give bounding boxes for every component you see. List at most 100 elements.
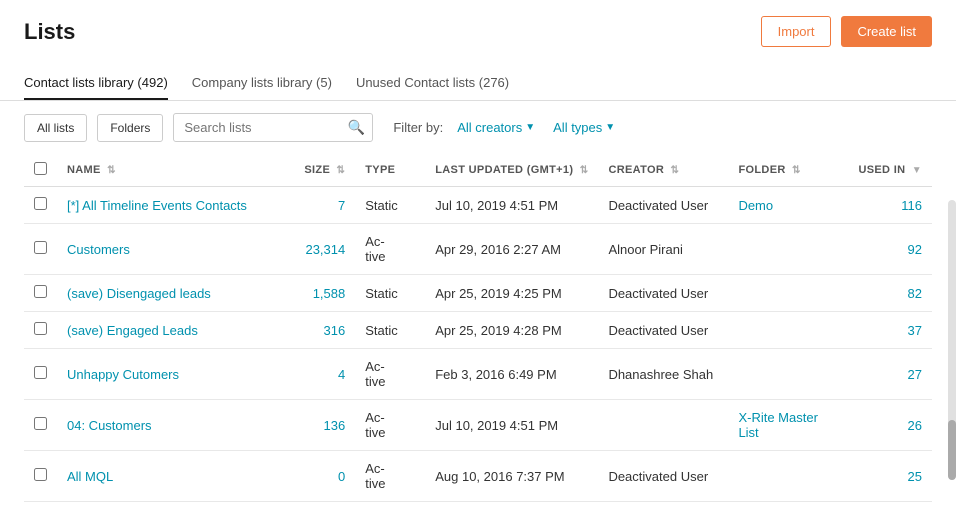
row-checkbox-cell (24, 451, 57, 502)
all-types-chevron-icon: ▼ (605, 122, 615, 133)
search-wrapper: 🔍 (173, 113, 373, 142)
all-creators-chevron-icon: ▼ (525, 122, 535, 133)
row-folder-link[interactable]: X-Rite Master List (738, 410, 817, 440)
row-checkbox[interactable] (34, 197, 47, 210)
row-folder-cell (728, 312, 848, 349)
row-name-link[interactable]: (save) Disengaged leads (67, 286, 211, 301)
col-header-used-in[interactable]: USED IN ▼ (848, 154, 932, 187)
row-type-cell: Ac-tive (355, 349, 425, 400)
row-creator-cell: Deactivated User (598, 187, 728, 224)
row-size-cell: 7 (275, 187, 355, 224)
select-all-checkbox[interactable] (34, 162, 47, 175)
row-checkbox-cell (24, 400, 57, 451)
row-checkbox[interactable] (34, 322, 47, 335)
folder-sort-icon: ⇅ (792, 165, 801, 176)
row-creator: Deactivated User (608, 286, 708, 301)
row-type: Static (365, 286, 398, 301)
row-checkbox[interactable] (34, 366, 47, 379)
row-name-cell: (save) Engaged Leads (57, 312, 275, 349)
row-creator: Deactivated User (608, 469, 708, 484)
col-header-type[interactable]: TYPE (355, 154, 425, 187)
row-creator-cell (598, 400, 728, 451)
row-used-in: 116 (901, 198, 922, 213)
row-size: 23,314 (305, 242, 345, 257)
table-row: Customers 23,314 Ac-tive Apr 29, 2016 2:… (24, 224, 932, 275)
tab-unused-contacts[interactable]: Unused Contact lists (276) (356, 67, 509, 100)
folders-button[interactable]: Folders (97, 114, 163, 142)
all-lists-button[interactable]: All lists (24, 114, 87, 142)
row-checkbox[interactable] (34, 241, 47, 254)
row-checkbox[interactable] (34, 468, 47, 481)
select-all-header (24, 154, 57, 187)
row-checkbox-cell (24, 312, 57, 349)
table-row: (save) Disengaged leads 1,588 Static Apr… (24, 275, 932, 312)
table-row: [*] All Timeline Events Contacts 7 Stati… (24, 187, 932, 224)
row-folder-cell (728, 224, 848, 275)
row-name-link[interactable]: 04: Customers (67, 418, 152, 433)
col-header-folder[interactable]: FOLDER ⇅ (728, 154, 848, 187)
scrollbar-thumb[interactable] (948, 420, 956, 480)
row-folder-link[interactable]: Demo (738, 198, 773, 213)
row-used-in: 82 (908, 286, 922, 301)
row-name-link[interactable]: Customers (67, 242, 130, 257)
name-sort-icon: ⇅ (107, 165, 116, 176)
row-size: 4 (338, 367, 345, 382)
row-type-cell: Static (355, 312, 425, 349)
row-type-cell: Ac-tive (355, 224, 425, 275)
updated-sort-icon: ⇅ (580, 165, 589, 176)
row-type-cell: Ac-tive (355, 400, 425, 451)
search-icon: 🔍 (348, 119, 365, 136)
row-used-in: 26 (908, 418, 922, 433)
row-name-link[interactable]: Unhappy Cutomers (67, 367, 179, 382)
row-checkbox-cell (24, 224, 57, 275)
row-size: 0 (338, 469, 345, 484)
row-updated-cell: Jul 10, 2019 4:51 PM (425, 187, 598, 224)
all-types-filter[interactable]: All types ▼ (549, 120, 619, 135)
row-name-cell: Unhappy Cutomers (57, 349, 275, 400)
table-header-row: NAME ⇅ SIZE ⇅ TYPE LAST UPDATED (GMT+1) … (24, 154, 932, 187)
lists-table: NAME ⇅ SIZE ⇅ TYPE LAST UPDATED (GMT+1) … (24, 154, 932, 502)
row-updated-cell: Apr 25, 2019 4:28 PM (425, 312, 598, 349)
row-updated-cell: Jul 10, 2019 4:51 PM (425, 400, 598, 451)
row-size-cell: 4 (275, 349, 355, 400)
row-updated-cell: Aug 10, 2016 7:37 PM (425, 451, 598, 502)
row-name-link[interactable]: (save) Engaged Leads (67, 323, 198, 338)
row-creator: Alnoor Pirani (608, 242, 682, 257)
row-updated: Feb 3, 2016 6:49 PM (435, 367, 556, 382)
table-row: 04: Customers 136 Ac-tive Jul 10, 2019 4… (24, 400, 932, 451)
row-name-cell: 04: Customers (57, 400, 275, 451)
row-used-in: 25 (908, 469, 922, 484)
row-size-cell: 0 (275, 451, 355, 502)
row-size-cell: 1,588 (275, 275, 355, 312)
row-name-link[interactable]: [*] All Timeline Events Contacts (67, 198, 247, 213)
row-updated: Jul 10, 2019 4:51 PM (435, 198, 558, 213)
col-header-name[interactable]: NAME ⇅ (57, 154, 275, 187)
col-header-size[interactable]: SIZE ⇅ (275, 154, 355, 187)
row-checkbox[interactable] (34, 417, 47, 430)
row-creator: Dhanashree Shah (608, 367, 713, 382)
row-name-cell: [*] All Timeline Events Contacts (57, 187, 275, 224)
row-size-cell: 136 (275, 400, 355, 451)
col-header-updated[interactable]: LAST UPDATED (GMT+1) ⇅ (425, 154, 598, 187)
row-checkbox[interactable] (34, 285, 47, 298)
size-sort-icon: ⇅ (337, 165, 346, 176)
search-input[interactable] (173, 113, 373, 142)
row-updated: Apr 25, 2019 4:28 PM (435, 323, 561, 338)
create-list-button[interactable]: Create list (841, 16, 932, 47)
row-used-in-cell: 37 (848, 312, 932, 349)
col-header-creator[interactable]: CREATOR ⇅ (598, 154, 728, 187)
table-row: Unhappy Cutomers 4 Ac-tive Feb 3, 2016 6… (24, 349, 932, 400)
tab-company-lists[interactable]: Company lists library (5) (192, 67, 332, 100)
row-updated: Apr 25, 2019 4:25 PM (435, 286, 561, 301)
row-creator-cell: Alnoor Pirani (598, 224, 728, 275)
row-updated-cell: Apr 25, 2019 4:25 PM (425, 275, 598, 312)
tab-contact-lists[interactable]: Contact lists library (492) (24, 67, 168, 100)
row-used-in: 27 (908, 367, 922, 382)
scrollbar[interactable] (948, 200, 956, 480)
all-creators-filter[interactable]: All creators ▼ (453, 120, 539, 135)
page-title: Lists (24, 19, 75, 45)
row-name-link[interactable]: All MQL (67, 469, 113, 484)
tabs-bar: Contact lists library (492) Company list… (0, 55, 956, 101)
row-name-cell: (save) Disengaged leads (57, 275, 275, 312)
import-button[interactable]: Import (761, 16, 832, 47)
